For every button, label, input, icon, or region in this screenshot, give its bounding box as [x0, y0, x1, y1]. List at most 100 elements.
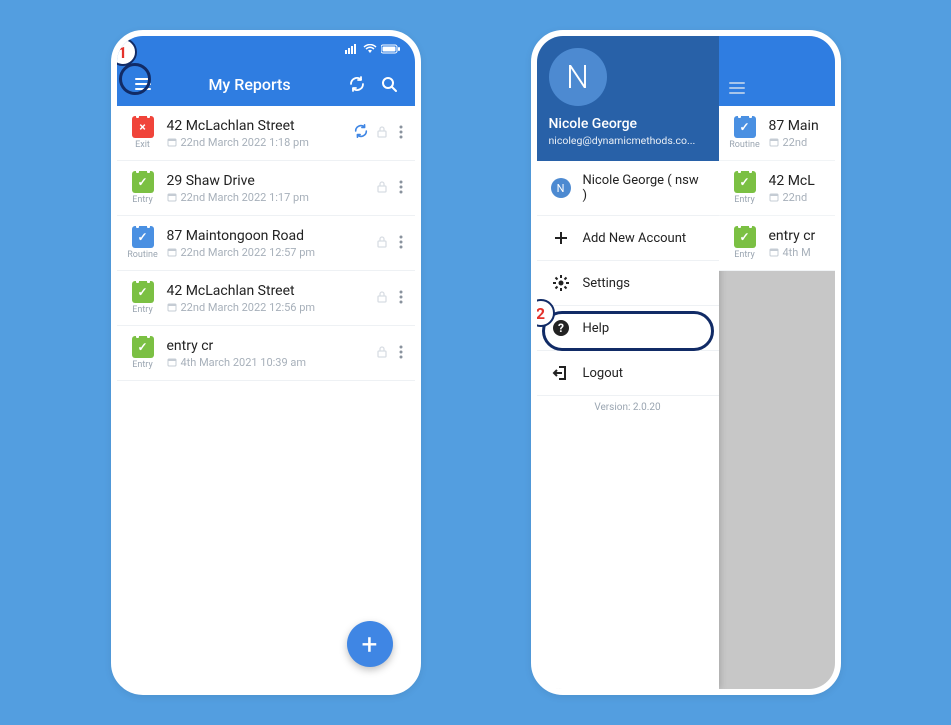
report-type-tag: ✓ Entry — [725, 226, 765, 260]
add-report-fab[interactable]: + — [347, 621, 393, 667]
report-date: 22nd March 2022 12:57 pm — [167, 246, 375, 259]
wifi-icon — [363, 44, 377, 54]
list-item[interactable]: ✓ Routine 87 Main 22nd — [719, 106, 835, 161]
date-icon — [167, 357, 177, 367]
reports-list[interactable]: × Exit 42 McLachlan Street 22nd March 2022 … — [117, 106, 415, 689]
drawer-item-account[interactable]: N Nicole George ( nsw ) — [537, 161, 719, 216]
report-type-tag: ✓ Entry — [123, 171, 163, 205]
report-type-label: Entry — [132, 360, 152, 370]
list-item[interactable]: ✓ Entry 29 Shaw Drive 22nd March 2022 1:17 … — [117, 161, 415, 216]
dimmed-background[interactable]: ✓Routine87 Main22nd✓Entry42 McL22nd✓Entr… — [719, 36, 835, 689]
date-icon — [167, 137, 177, 147]
calendar-icon: ✓ — [132, 171, 154, 193]
report-date: 4th March 2021 10:39 am — [167, 356, 375, 369]
battery-icon — [381, 44, 401, 54]
report-title: 87 Main — [769, 118, 827, 134]
calendar-icon: ✓ — [734, 116, 756, 138]
phone-right: 2 N Nicole George nicoleg@dynamicmethods… — [531, 30, 841, 695]
report-type-tag: ✓ Entry — [123, 336, 163, 370]
date-icon — [769, 247, 779, 257]
list-item[interactable]: ✓Entry42 McL22nd — [719, 161, 835, 216]
more-icon[interactable] — [395, 179, 407, 198]
calendar-icon: × — [132, 116, 154, 138]
report-type-label: Routine — [127, 250, 158, 260]
list-item[interactable]: × Exit 42 McLachlan Street 22nd March 2022 … — [117, 106, 415, 161]
status-bar — [117, 36, 415, 62]
drawer-item-logout[interactable]: Logout — [537, 351, 719, 396]
report-type-label: Entry — [132, 195, 152, 205]
profile-name: Nicole George — [549, 116, 707, 132]
drawer-item-label: Nicole George ( nsw ) — [583, 173, 705, 203]
gear-icon — [551, 273, 571, 293]
calendar-icon: ✓ — [132, 281, 154, 303]
app-bar: My Reports — [117, 62, 415, 106]
callout-2: 2 — [531, 299, 555, 327]
phone-left: 1 My Reports ×Exit42 McLachlan Street22n… — [111, 30, 421, 695]
report-title: entry cr — [167, 338, 375, 354]
more-icon[interactable] — [395, 289, 407, 308]
profile-email: nicoleg@dynamicmethods.co... — [549, 134, 707, 147]
sync-icon[interactable] — [341, 68, 373, 100]
calendar-icon: ✓ — [132, 336, 154, 358]
drawer-item-label: Add New Account — [583, 231, 687, 246]
report-title: 42 McLachlan Street — [167, 118, 353, 134]
report-type-tag: ✓ Entry — [725, 171, 765, 205]
avatar-small-icon: N — [551, 178, 571, 198]
list-item[interactable]: ✓ Entry entry cr 4th M — [719, 216, 835, 271]
sync-icon — [353, 123, 369, 143]
hamburger-highlight-ring — [119, 63, 151, 95]
report-type-label: Entry — [132, 305, 152, 315]
list-item[interactable]: ✓Routine87 Maintongoon Road 22nd March 20… — [117, 216, 415, 271]
navigation-drawer: N Nicole George nicoleg@dynamicmethods.c… — [537, 36, 719, 689]
hamburger-menu-icon — [727, 78, 747, 98]
lock-icon — [375, 179, 389, 198]
more-icon[interactable] — [395, 234, 407, 253]
report-type-label: Exit — [135, 140, 150, 150]
drawer-item-settings[interactable]: Settings — [537, 261, 719, 306]
lock-icon — [375, 289, 389, 308]
report-date: 4th M — [769, 246, 827, 259]
list-item[interactable]: ✓ Entry entry cr 4th March 2021 10:39 am — [117, 326, 415, 381]
search-icon[interactable] — [373, 68, 405, 100]
report-date: 22nd March 2022 12:56 pm — [167, 301, 375, 314]
report-type-label: Routine — [729, 140, 760, 150]
plus-icon: + — [362, 628, 378, 661]
report-type-label: Entry — [734, 195, 754, 205]
list-item[interactable]: ✓ Entry 42 McLachlan Street 22nd March 2022… — [117, 271, 415, 326]
report-title: 42 McLachlan Street — [167, 283, 375, 299]
drawer-item-label: Settings — [583, 276, 630, 291]
plus-icon — [551, 228, 571, 248]
calendar-icon: ✓ — [734, 171, 756, 193]
date-icon — [167, 302, 177, 312]
date-icon — [167, 192, 177, 202]
report-date: 22nd March 2022 1:18 pm — [167, 136, 353, 149]
page-title: My Reports — [159, 75, 341, 94]
more-icon[interactable] — [395, 124, 407, 143]
logout-icon — [551, 363, 571, 383]
report-type-tag: ✓ Routine — [725, 116, 765, 150]
date-icon — [167, 247, 177, 257]
report-date: 22nd — [769, 136, 827, 149]
report-type-tag: ✓ Entry — [123, 281, 163, 315]
lock-icon — [375, 124, 389, 143]
settings-highlight-ring — [542, 311, 714, 351]
report-type-label: Entry — [734, 250, 754, 260]
dimmed-appbar — [719, 36, 835, 106]
signal-icon — [345, 44, 359, 54]
drawer-item-label: Logout — [583, 366, 624, 381]
report-type-tag: ✓Routine — [123, 226, 163, 260]
lock-icon — [375, 344, 389, 363]
more-icon[interactable] — [395, 344, 407, 363]
date-icon — [769, 192, 779, 202]
drawer-item-add-account[interactable]: Add New Account — [537, 216, 719, 261]
report-title: entry cr — [769, 228, 827, 244]
drawer-profile-header: N Nicole George nicoleg@dynamicmethods.c… — [537, 36, 719, 161]
report-title: 29 Shaw Drive — [167, 173, 375, 189]
report-title: 87 Maintongoon Road — [167, 228, 375, 244]
report-type-tag: × Exit — [123, 116, 163, 150]
calendar-icon: ✓ — [734, 226, 756, 248]
version-text: Version: 2.0.20 — [537, 396, 719, 419]
report-date: 22nd March 2022 1:17 pm — [167, 191, 375, 204]
date-icon — [769, 137, 779, 147]
avatar: N — [549, 48, 607, 106]
